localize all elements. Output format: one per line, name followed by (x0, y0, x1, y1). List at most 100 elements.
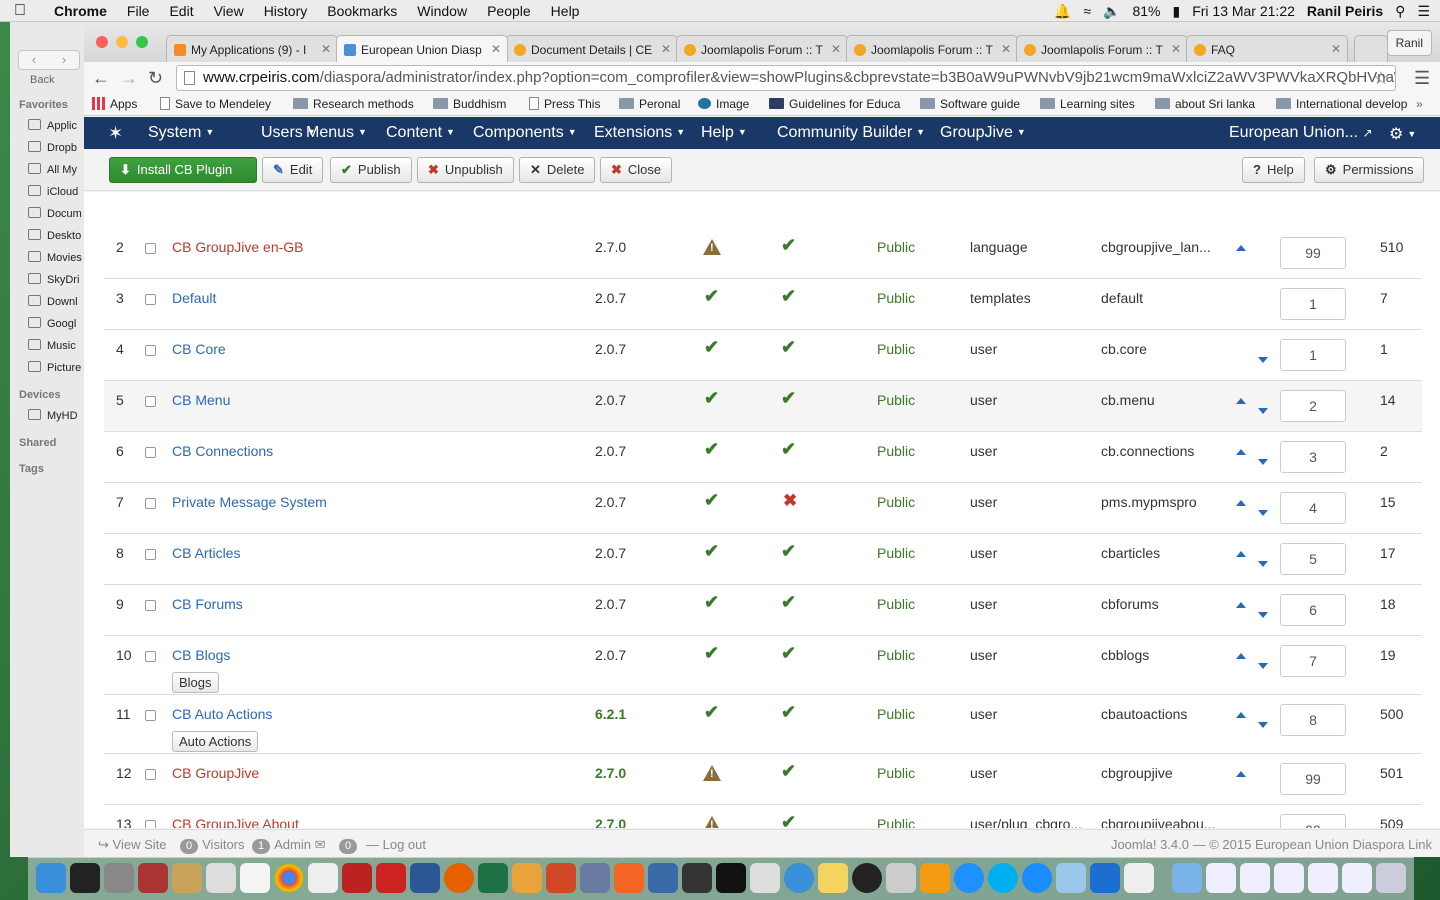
row-checkbox[interactable] (145, 243, 156, 254)
published-check-icon[interactable]: ✔ (781, 643, 796, 664)
trash-dock-icon[interactable] (1376, 863, 1406, 893)
delete-button[interactable]: ✕ Delete (519, 157, 596, 183)
finder-item-applications[interactable]: Applic (28, 119, 77, 132)
notification-bell-icon[interactable]: 🔔 (1054, 3, 1071, 20)
bookmark-international-develop[interactable]: International develop (1276, 97, 1407, 111)
profile-button[interactable]: Ranil (1386, 30, 1432, 56)
menubar-bookmarks[interactable]: Bookmarks (317, 3, 407, 19)
plugin-name-link[interactable]: CB Connections (172, 443, 273, 459)
app-store-dock-icon[interactable] (1022, 863, 1052, 893)
wifi-icon[interactable]: ≈ (1083, 3, 1091, 19)
tab-faq[interactable]: FAQ ✕ (1186, 35, 1348, 62)
url-field[interactable]: www.crpeiris.com/diaspora/administrator/… (176, 65, 1396, 91)
install-cb-plugin-button[interactable]: ⬇ Install CB Plugin (109, 157, 257, 183)
bookmark-guidelines[interactable]: Guidelines for Educa (769, 97, 900, 111)
ordering-input[interactable]: 4 (1280, 492, 1346, 524)
close-tab-icon[interactable]: ✕ (491, 42, 501, 56)
ibooks-dock-icon[interactable] (920, 863, 950, 893)
document-dock-icon[interactable] (1308, 863, 1338, 893)
published-check-icon[interactable]: ✔ (781, 761, 796, 782)
ordering-input[interactable]: 3 (1280, 441, 1346, 473)
finder-item-google[interactable]: Googl (28, 317, 76, 330)
row-checkbox[interactable] (145, 396, 156, 407)
plugin-name-link[interactable]: CB GroupJive en-GB (172, 239, 304, 255)
access-level[interactable]: Public (877, 706, 915, 722)
bookmark-star-icon[interactable]: ☆ (1373, 66, 1389, 90)
menubar-view[interactable]: View (204, 3, 254, 19)
dictionary-dock-icon[interactable] (138, 863, 168, 893)
minimize-window-icon[interactable] (116, 36, 128, 48)
network-dock-icon[interactable] (784, 863, 814, 893)
close-tab-icon[interactable]: ✕ (661, 42, 671, 56)
plugin-name-link[interactable]: CB Blogs (172, 647, 230, 663)
tab-joomlapolis-forum-1[interactable]: Joomlapolis Forum :: T ✕ (676, 35, 848, 62)
move-up-arrow-icon[interactable] (1236, 551, 1246, 557)
plugin-tag-button[interactable]: Auto Actions (172, 731, 259, 752)
clock[interactable]: Fri 13 Mar 21:22 (1192, 3, 1295, 19)
access-level[interactable]: Public (877, 545, 915, 561)
published-check-icon[interactable]: ✔ (781, 541, 796, 562)
published-check-icon[interactable]: ✔ (781, 337, 796, 358)
finder-item-skydrive[interactable]: SkyDri (28, 273, 79, 286)
access-level[interactable]: Public (877, 239, 915, 255)
back-arrow-icon[interactable]: ← (92, 68, 110, 89)
move-down-arrow-icon[interactable] (1258, 510, 1268, 516)
finder-item-desktop[interactable]: Deskto (28, 229, 81, 242)
close-button[interactable]: ✖ Close (600, 157, 673, 183)
move-down-arrow-icon[interactable] (1258, 663, 1268, 669)
nav-content[interactable]: Content ▼ (386, 124, 455, 142)
finder-dock-icon[interactable] (36, 863, 66, 893)
bookmark-peronal[interactable]: Peronal (619, 97, 680, 111)
document-dock-icon[interactable] (1274, 863, 1304, 893)
applications-folder-dock-icon[interactable] (1172, 863, 1202, 893)
move-up-arrow-icon[interactable] (1236, 771, 1246, 777)
word-dock-icon[interactable] (410, 863, 440, 893)
published-check-icon[interactable]: ✔ (781, 812, 796, 828)
close-tab-icon[interactable]: ✕ (1331, 42, 1341, 56)
notes-dock-icon[interactable] (172, 863, 202, 893)
nav-components[interactable]: Components ▼ (473, 124, 577, 142)
access-level[interactable]: Public (877, 596, 915, 612)
move-up-arrow-icon[interactable] (1236, 500, 1246, 506)
tab-european-union-diaspora[interactable]: European Union Diasp ✕ (336, 35, 508, 62)
move-up-arrow-icon[interactable] (1236, 245, 1246, 251)
published-check-icon[interactable]: ✔ (781, 702, 796, 723)
chevron-right-icon[interactable]: › (49, 51, 79, 69)
access-level[interactable]: Public (877, 647, 915, 663)
plugin-name-link[interactable]: CB Auto Actions (172, 706, 272, 722)
pdf-dock-icon[interactable] (1124, 863, 1154, 893)
nav-site-link[interactable]: European Union... ↗ (1229, 124, 1373, 142)
row-checkbox[interactable] (145, 769, 156, 780)
tab-joomlapolis-forum-2[interactable]: Joomlapolis Forum :: T ✕ (846, 35, 1018, 62)
news-dock-icon[interactable] (614, 863, 644, 893)
ordering-input[interactable]: 99 (1280, 237, 1346, 269)
firefox-dock-icon[interactable] (444, 863, 474, 893)
move-up-arrow-icon[interactable] (1236, 653, 1246, 659)
activity-monitor-dock-icon[interactable] (70, 863, 100, 893)
menubar-history[interactable]: History (254, 3, 318, 19)
move-up-arrow-icon[interactable] (1236, 449, 1246, 455)
ordering-input[interactable]: 7 (1280, 645, 1346, 677)
projectlibre-dock-icon[interactable] (682, 863, 712, 893)
plugin-tag-button[interactable]: Blogs (172, 672, 219, 693)
move-down-arrow-icon[interactable] (1258, 561, 1268, 567)
chrome-dock-icon[interactable] (274, 863, 304, 893)
ordering-input[interactable]: 6 (1280, 594, 1346, 626)
excel-dock-icon[interactable] (478, 863, 508, 893)
row-checkbox[interactable] (145, 820, 156, 828)
menubar-people[interactable]: People (477, 3, 541, 19)
tab-my-applications[interactable]: My Applications (9) - I ✕ (166, 35, 338, 62)
published-check-icon[interactable]: ✔ (781, 286, 796, 307)
close-tab-icon[interactable]: ✕ (831, 42, 841, 56)
ordering-input[interactable]: 8 (1280, 704, 1346, 736)
ordering-input[interactable]: 99 (1280, 763, 1346, 795)
access-level[interactable]: Public (877, 765, 915, 781)
published-check-icon[interactable]: ✔ (781, 592, 796, 613)
reload-icon[interactable]: ↻ (148, 68, 163, 89)
finder-item-movies[interactable]: Movies (28, 251, 82, 264)
close-window-icon[interactable] (96, 36, 108, 48)
app-dock-icon[interactable] (886, 863, 916, 893)
safari-dock-icon[interactable] (954, 863, 984, 893)
close-tab-icon[interactable]: ✕ (321, 42, 331, 56)
access-level[interactable]: Public (877, 290, 915, 306)
